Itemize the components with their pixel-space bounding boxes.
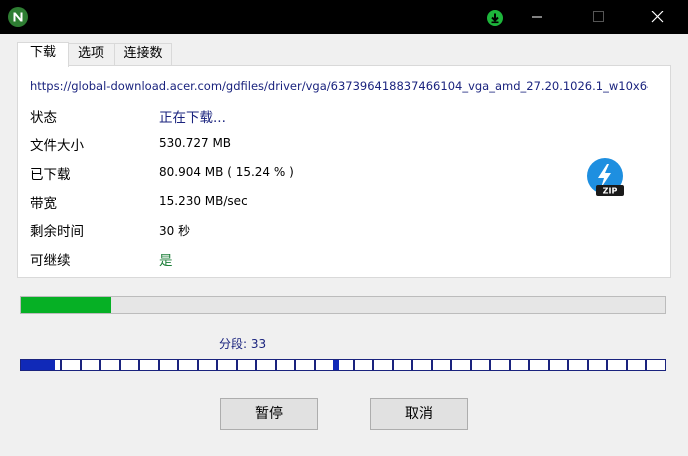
segment-29 [586,360,607,370]
segment-13 [274,360,295,370]
segment-15 [313,360,334,370]
segment-27 [547,360,568,370]
segment-23 [469,360,490,370]
segment-8 [177,360,197,370]
download-url: https://global-download.acer.com/gdfiles… [30,79,648,93]
pause-button[interactable]: 暂停 [220,398,318,430]
close-icon [651,11,664,23]
progress-fill [21,297,111,313]
download-arrow-icon[interactable] [487,10,503,26]
minimize-button[interactable] [514,0,560,34]
resumable-label: 可继续 [30,253,71,269]
segment-20 [411,360,431,370]
tab-options[interactable]: 选项 [67,43,115,65]
segment-14 [294,360,314,370]
segment-6 [138,360,158,370]
tab-connections[interactable]: 连接数 [114,43,172,65]
segment-22 [450,360,470,370]
downloaded-value: 80.904 MB ( 15.24 % ) [159,165,294,179]
time-left-label: 剩余时间 [30,224,84,240]
resumable-value: 是 [159,253,173,269]
status-label: 状态 [30,110,57,126]
segment-21 [430,360,451,370]
download-progress-bar [20,296,666,314]
segment-19 [391,360,412,370]
file-size-value: 530.727 MB [159,136,232,150]
segment-4 [99,360,119,370]
bandwidth-value: 15.230 MB/sec [159,194,248,208]
tab-download[interactable]: 下载 [17,42,69,67]
file-size-label: 文件大小 [30,138,84,154]
downloaded-label: 已下载 [30,167,71,183]
time-left-value: 30 秒 [159,224,191,238]
segment-10 [216,360,236,370]
maximize-icon [593,11,604,22]
zip-icon-label: ZIP [603,187,618,196]
segment-32 [645,360,665,370]
maximize-button[interactable] [575,0,621,34]
close-button[interactable] [634,0,680,34]
segment-7 [157,360,178,370]
segment-progress-0 [21,360,55,370]
segment-18 [372,360,392,370]
segment-31 [625,360,646,370]
download-info-panel: https://global-download.acer.com/gdfiles… [17,65,671,278]
title-bar [0,0,688,34]
segments-bar [20,359,666,371]
status-value: 正在下载... [159,110,226,126]
zip-file-icon: ZIP [587,158,624,196]
segment-2 [60,360,80,370]
segment-17 [352,360,373,370]
segment-24 [489,360,509,370]
segment-26 [528,360,548,370]
segment-28 [567,360,587,370]
segment-3 [79,360,100,370]
bandwidth-label: 带宽 [30,196,57,212]
segment-5 [118,360,139,370]
segment-11 [235,360,256,370]
segment-9 [196,360,217,370]
segment-12 [255,360,275,370]
segment-progress-16 [333,360,340,370]
segments-count-label: 分段: 33 [219,337,267,351]
cancel-button[interactable]: 取消 [370,398,468,430]
minimize-icon [532,16,542,18]
n-logo-icon [8,7,28,27]
segment-30 [606,360,626,370]
segment-25 [508,360,529,370]
